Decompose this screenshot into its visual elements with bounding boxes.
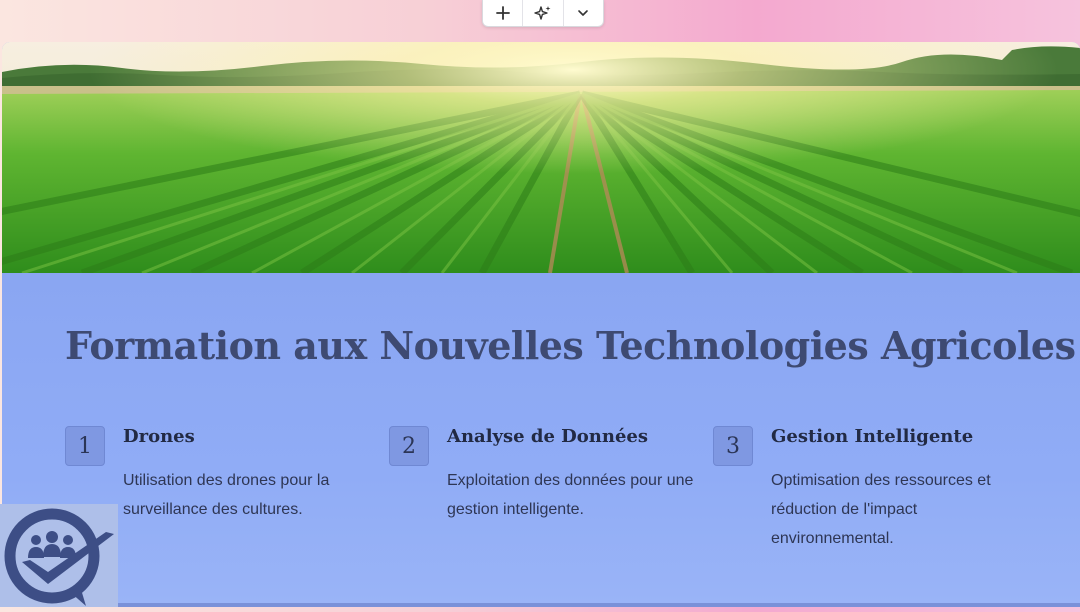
- plus-icon: [495, 6, 510, 20]
- feature-title: Drones: [123, 426, 195, 447]
- feature-description: Optimisation des ressources et réduction…: [771, 472, 991, 547]
- ai-generate-button[interactable]: [523, 0, 564, 26]
- chevron-down-icon: [578, 10, 589, 16]
- slide-bottom-border: [118, 603, 1080, 607]
- slide-toolbar: [482, 0, 604, 27]
- brand-logo: [0, 504, 118, 607]
- slide-card[interactable]: Formation aux Nouvelles Technologies Agr…: [2, 42, 1080, 607]
- add-button[interactable]: [483, 0, 524, 26]
- slide-title[interactable]: Formation aux Nouvelles Technologies Agr…: [65, 323, 1076, 368]
- sparkle-icon: [534, 6, 551, 20]
- feature-number: 2: [389, 426, 429, 466]
- feature-title: Gestion Intelligente: [771, 426, 974, 447]
- team-check-logo-icon: [4, 508, 114, 606]
- feature-number: 1: [65, 426, 105, 466]
- feature-number: 3: [713, 426, 753, 466]
- slide-content: Formation aux Nouvelles Technologies Agr…: [2, 273, 1080, 607]
- feature-title: Analyse de Données: [447, 426, 648, 447]
- more-options-button[interactable]: [564, 0, 603, 26]
- hero-image: [2, 42, 1080, 273]
- feature-description: Exploitation des données pour une gestio…: [447, 472, 694, 518]
- feature-description: Utilisation des drones pour la surveilla…: [123, 472, 330, 518]
